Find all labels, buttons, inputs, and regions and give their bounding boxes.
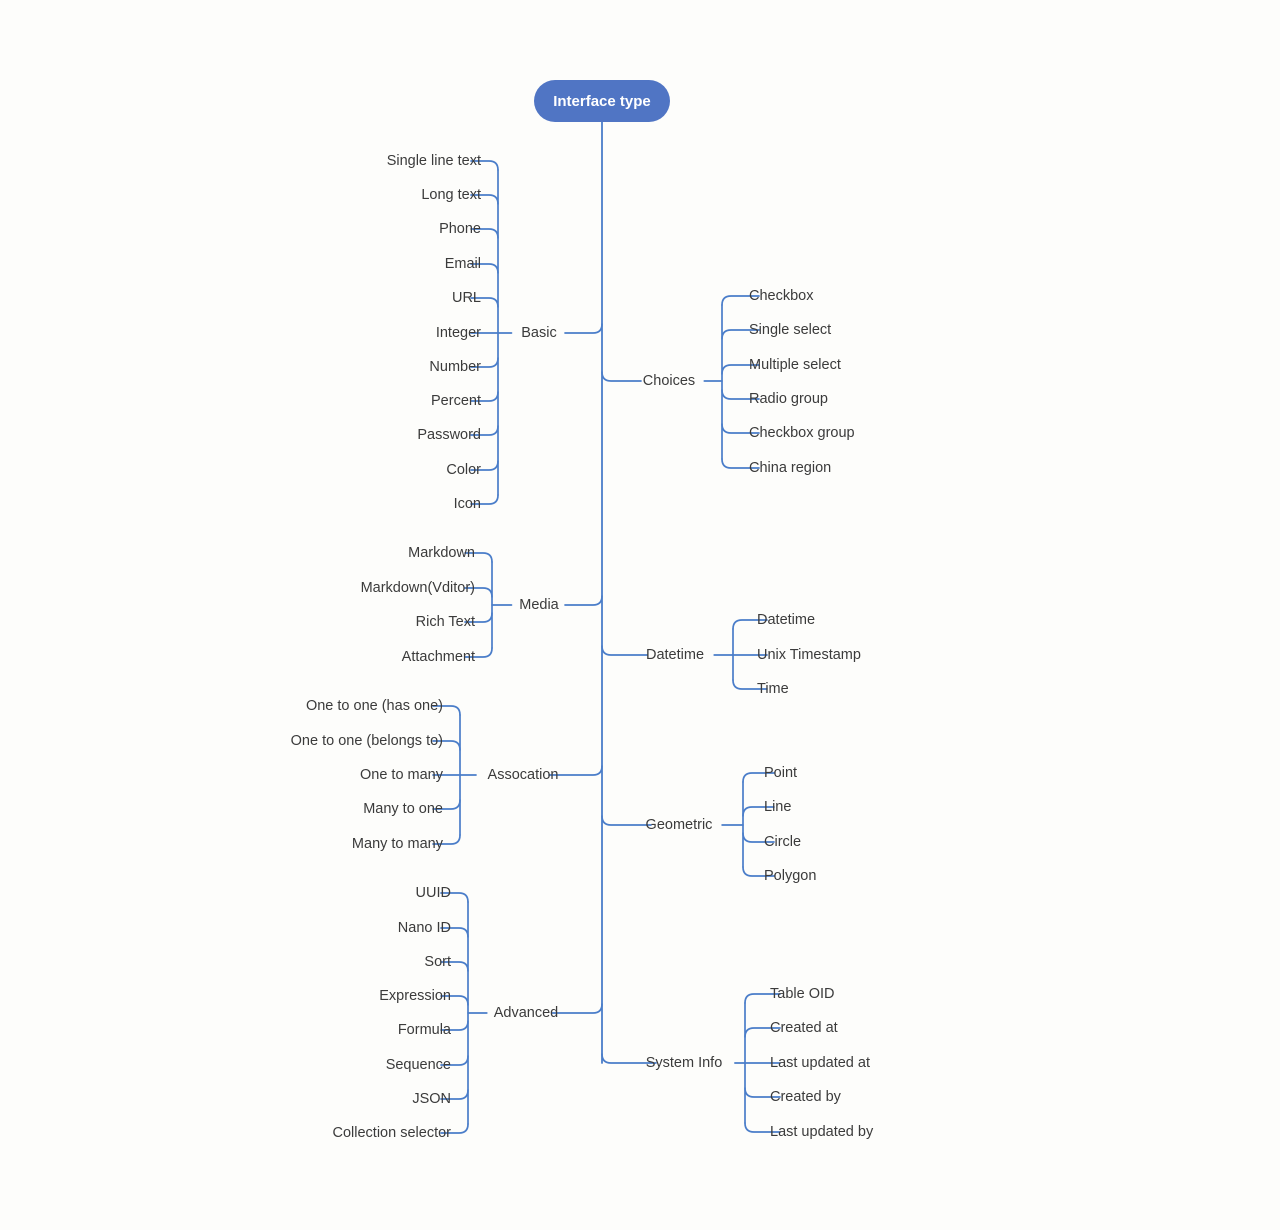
leaf-label-system-info-1: Created at bbox=[770, 1020, 838, 1036]
leaf-label-assocation-4: Many to many bbox=[352, 836, 444, 852]
branch-connector-media bbox=[564, 595, 603, 606]
leaf-label-geometric-3: Polygon bbox=[764, 868, 816, 884]
leaf-label-advanced-0: UUID bbox=[416, 885, 451, 901]
leaf-label-choices-2: Multiple select bbox=[749, 357, 841, 373]
leaf-label-choices-4: Checkbox group bbox=[749, 425, 855, 441]
leaf-label-media-3: Attachment bbox=[402, 649, 475, 665]
leaf-label-basic-1: Long text bbox=[421, 187, 481, 203]
leaf-label-basic-9: Color bbox=[446, 462, 481, 478]
connector-lines bbox=[432, 121, 781, 1134]
leaf-label-geometric-2: Circle bbox=[764, 834, 801, 850]
leaf-label-system-info-3: Created by bbox=[770, 1089, 842, 1105]
leaf-label-media-1: Markdown(Vditor) bbox=[361, 580, 475, 596]
leaf-label-basic-2: Phone bbox=[439, 221, 481, 237]
leaf-label-advanced-5: Sequence bbox=[386, 1057, 451, 1073]
leaf-label-advanced-4: Formula bbox=[398, 1022, 452, 1038]
mindmap-nodes: Interface type Basic Single line text Long … bbox=[291, 80, 874, 1141]
leaf-label-choices-0: Checkbox bbox=[749, 288, 814, 304]
branch-label-system-info: System Info bbox=[646, 1055, 723, 1071]
branch-connector-advanced bbox=[551, 1003, 603, 1014]
leaf-label-assocation-1: One to one (belongs to) bbox=[291, 733, 443, 749]
leaf-label-basic-0: Single line text bbox=[387, 153, 481, 169]
branch-connector-choices bbox=[601, 371, 642, 382]
leaf-label-geometric-1: Line bbox=[764, 799, 791, 815]
leaf-label-basic-4: URL bbox=[452, 290, 481, 306]
leaf-label-basic-10: Icon bbox=[454, 496, 481, 512]
branch-label-advanced: Advanced bbox=[494, 1005, 559, 1021]
leaf-label-advanced-6: JSON bbox=[412, 1091, 451, 1107]
branch-label-assocation: Assocation bbox=[488, 767, 559, 783]
mindmap-canvas: Interface type Basic Single line text Long … bbox=[0, 0, 1280, 1230]
branch-connector-geometric bbox=[601, 815, 652, 826]
leaf-label-assocation-2: One to many bbox=[360, 767, 444, 783]
leaf-label-advanced-7: Collection selector bbox=[333, 1125, 452, 1141]
branch-label-geometric: Geometric bbox=[646, 817, 713, 833]
leaf-label-choices-5: China region bbox=[749, 460, 831, 476]
leaf-label-media-2: Rich Text bbox=[416, 614, 475, 630]
leaf-label-basic-5: Integer bbox=[436, 325, 481, 341]
branch-label-choices: Choices bbox=[643, 373, 695, 389]
leaf-label-datetime-0: Datetime bbox=[757, 612, 815, 628]
branch-connector-basic bbox=[564, 323, 603, 334]
leaf-label-advanced-2: Sort bbox=[424, 954, 451, 970]
leaf-label-system-info-2: Last updated at bbox=[770, 1055, 870, 1071]
root-node-label: Interface type bbox=[553, 93, 651, 110]
leaf-label-basic-3: Email bbox=[445, 256, 481, 272]
leaf-label-advanced-3: Expression bbox=[379, 988, 451, 1004]
leaf-label-choices-3: Radio group bbox=[749, 391, 828, 407]
leaf-label-basic-7: Percent bbox=[431, 393, 481, 409]
leaf-label-system-info-0: Table OID bbox=[770, 986, 834, 1002]
leaf-label-datetime-1: Unix Timestamp bbox=[757, 647, 861, 663]
branch-connector-datetime bbox=[601, 645, 648, 656]
leaf-label-datetime-2: Time bbox=[757, 681, 789, 697]
branch-label-media: Media bbox=[519, 597, 559, 613]
leaf-label-system-info-4: Last updated by bbox=[770, 1124, 874, 1140]
leaf-label-assocation-3: Many to one bbox=[363, 801, 443, 817]
leaf-label-assocation-0: One to one (has one) bbox=[306, 698, 443, 714]
mindmap-svg: Interface type Basic Single line text Long … bbox=[291, 80, 874, 1141]
leaf-label-basic-8: Password bbox=[417, 427, 481, 443]
leaf-label-choices-1: Single select bbox=[749, 322, 831, 338]
branch-label-datetime: Datetime bbox=[646, 647, 704, 663]
leaf-label-advanced-1: Nano ID bbox=[398, 920, 451, 936]
leaf-label-basic-6: Number bbox=[429, 359, 481, 375]
branch-label-basic: Basic bbox=[521, 325, 556, 341]
leaf-label-geometric-0: Point bbox=[764, 765, 797, 781]
leaf-label-media-0: Markdown bbox=[408, 545, 475, 561]
